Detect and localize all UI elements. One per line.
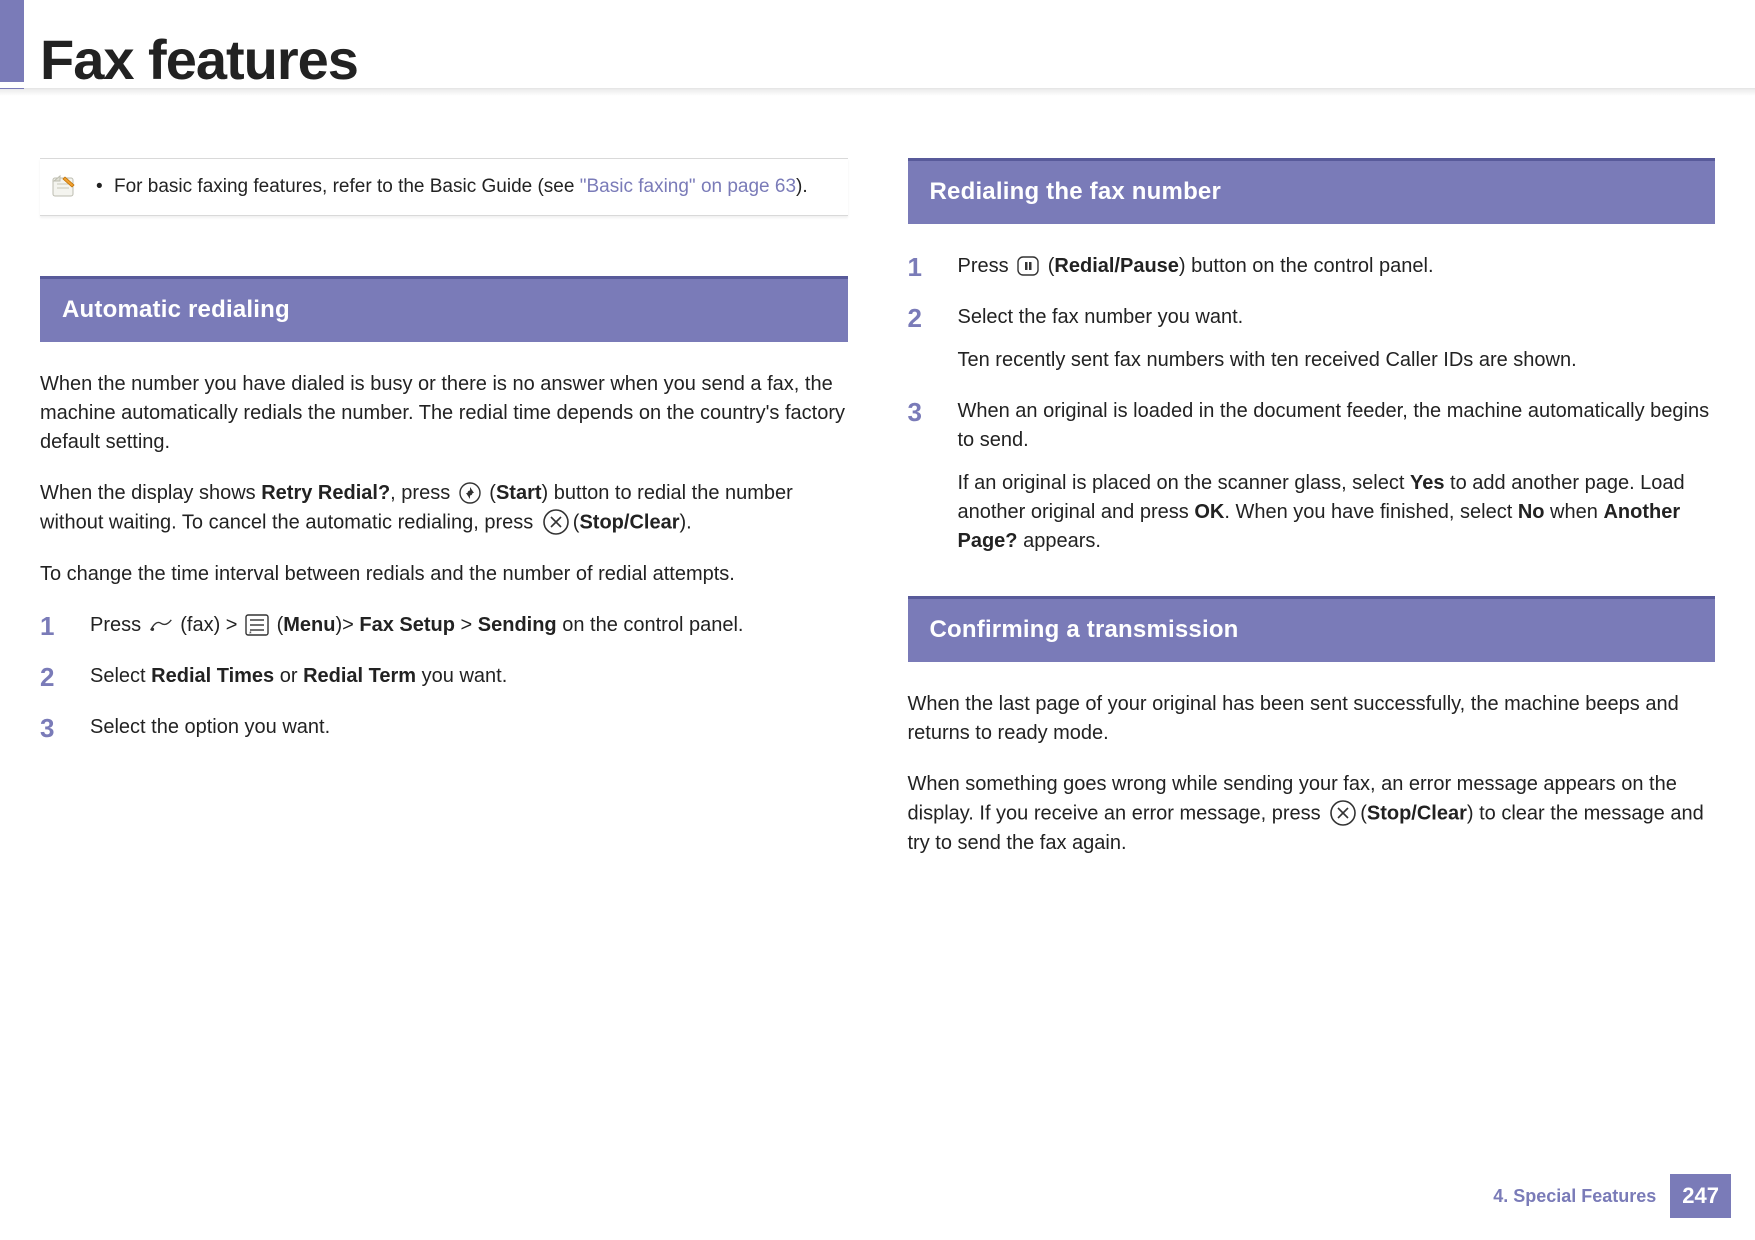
text-bold: Redial/Pause	[1054, 255, 1179, 277]
footer-page-number: 247	[1670, 1174, 1731, 1218]
section-heading-redial-number: Redialing the fax number	[908, 158, 1716, 224]
note-text: •For basic faxing features, refer to the…	[96, 173, 808, 201]
step-number: 1	[40, 611, 64, 639]
page-content: •For basic faxing features, refer to the…	[0, 110, 1755, 880]
text-bold: Redial Term	[303, 665, 416, 687]
fax-icon	[149, 613, 173, 637]
step-number: 3	[908, 397, 932, 425]
step-body: Select the option you want.	[90, 713, 330, 742]
page-footer: 4. Special Features 247	[1493, 1174, 1731, 1218]
step-item: 1 Press (fax) > * (Menu)> Fax Setup > Se…	[40, 611, 848, 640]
stop-clear-icon	[541, 507, 571, 537]
left-column: •For basic faxing features, refer to the…	[40, 158, 848, 880]
confirm-para1: When the last page of your original has …	[908, 690, 1716, 748]
text-fragment: Press	[958, 255, 1015, 277]
right-column: Redialing the fax number 1 Press (Redial…	[908, 158, 1716, 880]
text-bold: Fax Setup	[359, 614, 455, 636]
text-paragraph: Ten recently sent fax numbers with ten r…	[958, 346, 1577, 375]
text-bold: Redial Times	[151, 665, 274, 687]
step-body: Press (fax) > * (Menu)> Fax Setup > Send…	[90, 611, 743, 640]
text-fragment: you want.	[416, 665, 507, 687]
redial-pause-icon	[1016, 254, 1040, 278]
text-bold: Retry Redial?	[261, 482, 390, 504]
info-note: •For basic faxing features, refer to the…	[40, 158, 848, 216]
text-fragment: on the control panel.	[557, 614, 744, 636]
text-bold: Start	[496, 482, 542, 504]
step-number: 1	[908, 252, 932, 280]
text-fragment: Select the option you want.	[90, 716, 330, 738]
page-title: Fax features	[40, 19, 358, 110]
auto-redial-para3: To change the time interval between redi…	[40, 560, 848, 589]
text-fragment: when	[1545, 501, 1604, 523]
confirm-para2: When something goes wrong while sending …	[908, 770, 1716, 858]
text-bold: Menu	[283, 614, 335, 636]
redial-steps: 1 Press (Redial/Pause) button on the con…	[908, 252, 1716, 556]
text-bold: Stop/Clear	[579, 511, 679, 533]
step-body: When an original is loaded in the docume…	[958, 397, 1716, 556]
text-fragment: Press	[90, 614, 147, 636]
page-header: Fax features	[0, 0, 1755, 110]
text-paragraph: Select the fax number you want.	[958, 303, 1577, 332]
text-fragment: When the display shows	[40, 482, 261, 504]
start-button-icon	[458, 481, 482, 505]
step-item: 2 Select the fax number you want. Ten re…	[908, 303, 1716, 375]
header-rule	[0, 88, 1755, 96]
text-fragment: . When you have finished, select	[1224, 501, 1518, 523]
note-icon	[50, 173, 78, 201]
text-fragment: Select	[90, 665, 151, 687]
text-bold: Stop/Clear	[1367, 802, 1467, 824]
text-fragment: )>	[335, 614, 359, 636]
text-bold: Yes	[1410, 472, 1444, 494]
stop-clear-icon	[1328, 798, 1358, 828]
note-link[interactable]: "Basic faxing" on page 63	[580, 176, 796, 197]
footer-chapter: 4. Special Features	[1493, 1183, 1656, 1209]
text-fragment: , press	[390, 482, 456, 504]
text-fragment: If an original is placed on the scanner …	[958, 472, 1410, 494]
step-number: 3	[40, 713, 64, 741]
text-bold: Sending	[478, 614, 557, 636]
text-fragment: ).	[680, 511, 692, 533]
menu-icon: *	[245, 613, 269, 637]
svg-text:*: *	[249, 631, 252, 636]
text-bold: OK	[1194, 501, 1224, 523]
auto-redial-steps: 1 Press (fax) > * (Menu)> Fax Setup > Se…	[40, 611, 848, 742]
text-fragment: ) button on the control panel.	[1179, 255, 1434, 277]
text-fragment: (fax) >	[175, 614, 243, 636]
step-item: 3 Select the option you want.	[40, 713, 848, 742]
step-item: 1 Press (Redial/Pause) button on the con…	[908, 252, 1716, 281]
text-fragment: (	[1360, 802, 1367, 824]
section-heading-auto-redial: Automatic redialing	[40, 276, 848, 342]
auto-redial-para2: When the display shows Retry Redial?, pr…	[40, 479, 848, 538]
note-text-before: For basic faxing features, refer to the …	[114, 176, 580, 197]
step-body: Select the fax number you want. Ten rece…	[958, 303, 1577, 375]
header-accent-bar	[0, 0, 24, 82]
text-bold: No	[1518, 501, 1545, 523]
step-body: Select Redial Times or Redial Term you w…	[90, 662, 507, 691]
auto-redial-para1: When the number you have dialed is busy …	[40, 370, 848, 457]
text-paragraph: When an original is loaded in the docume…	[958, 397, 1716, 455]
step-number: 2	[908, 303, 932, 331]
text-fragment: (	[484, 482, 496, 504]
text-fragment: appears.	[1018, 530, 1101, 552]
section-heading-confirm-transmission: Confirming a transmission	[908, 596, 1716, 662]
step-body: Press (Redial/Pause) button on the contr…	[958, 252, 1434, 281]
text-fragment: (	[271, 614, 283, 636]
text-fragment: (	[1042, 255, 1054, 277]
text-fragment: or	[274, 665, 303, 687]
step-number: 2	[40, 662, 64, 690]
step-item: 3 When an original is loaded in the docu…	[908, 397, 1716, 556]
note-text-after: ).	[796, 176, 808, 197]
step-item: 2 Select Redial Times or Redial Term you…	[40, 662, 848, 691]
text-fragment: >	[455, 614, 478, 636]
